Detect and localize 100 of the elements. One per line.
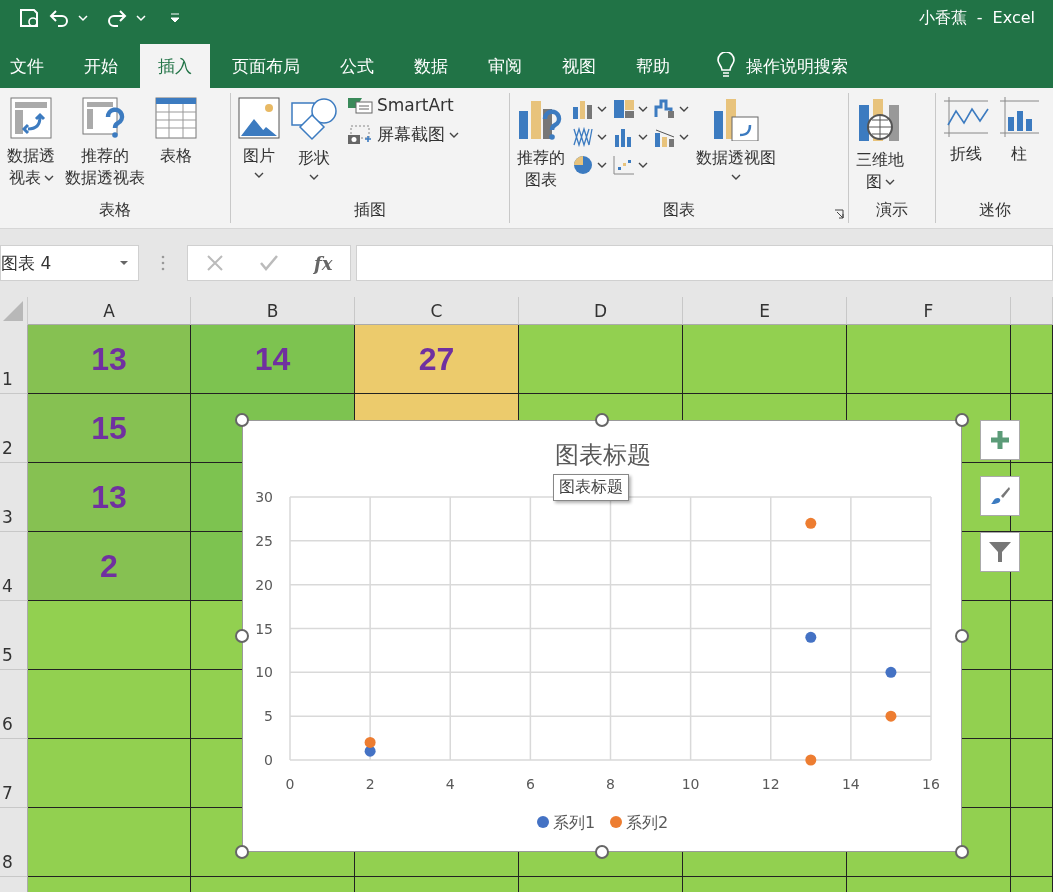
picture-icon	[238, 97, 280, 139]
filter-icon	[988, 540, 1012, 564]
chart-type-button[interactable]	[572, 155, 607, 175]
axis-tick-label: 6	[525, 776, 535, 792]
chart-type-button[interactable]	[572, 99, 607, 119]
caret-icon[interactable]	[449, 130, 459, 139]
chart-elements-button[interactable]	[980, 420, 1020, 460]
caret-icon[interactable]	[254, 171, 264, 179]
axis-tick-label: 8	[606, 776, 615, 792]
ribbon-tab[interactable]: 视图	[544, 44, 614, 88]
group-label: 插图	[354, 200, 386, 221]
caret-icon[interactable]	[638, 161, 648, 169]
ribbon-tab[interactable]: 开始	[66, 44, 136, 88]
formula-input[interactable]	[356, 245, 1053, 281]
ribbon-button[interactable]: 形状	[287, 95, 341, 183]
legend-label[interactable]: 系列1	[553, 813, 596, 832]
table-cell: 13	[28, 463, 191, 532]
dialog-launcher-icon[interactable]	[834, 209, 844, 219]
chart-type-button[interactable]	[654, 99, 689, 119]
ribbon-button[interactable]: 屏幕截图	[347, 123, 459, 146]
caret-icon[interactable]	[597, 161, 607, 169]
ribbon-button[interactable]: 推荐的 数据透视表	[62, 95, 148, 191]
data-point[interactable]	[805, 754, 817, 766]
ribbon-button[interactable]: 表格	[152, 95, 200, 169]
checkmark-icon[interactable]	[258, 254, 279, 272]
caret-icon[interactable]	[679, 105, 689, 113]
name-box[interactable]: 图表 4	[0, 245, 139, 281]
table-cell	[1011, 739, 1053, 808]
axis-tick-label: 10	[255, 664, 273, 681]
table-cell: 2	[28, 532, 191, 601]
ribbon-button[interactable]: 数据透 视表	[4, 95, 58, 191]
ribbon-tab[interactable]: 页面布局	[214, 44, 318, 88]
ribbon-tab[interactable]: 插入	[140, 44, 210, 88]
caret-icon[interactable]	[597, 133, 607, 141]
brush-icon	[989, 486, 1011, 506]
axis-tick-label: 0	[285, 776, 295, 792]
ribbon-button[interactable]: SmartArt	[347, 95, 459, 115]
ribbon-button[interactable]: 数据透视图	[693, 95, 779, 183]
data-point[interactable]	[805, 517, 817, 529]
ribbon-tab[interactable]: 文件	[0, 44, 62, 88]
redo-icon[interactable]	[106, 8, 128, 28]
caret-icon[interactable]	[638, 105, 648, 113]
caret-icon[interactable]	[679, 133, 689, 141]
group-label: 表格	[99, 200, 131, 221]
scatter-chart[interactable]: 图表标题 0 2 4 6 8 10 12 14 16 0 5 10 15 20 25 30 系列1 系列2 图表标题	[242, 420, 962, 852]
axis-tick-label: 20	[255, 576, 273, 593]
chart-styles-button[interactable]	[980, 476, 1020, 516]
ribbon-button[interactable]: 图片	[235, 95, 283, 181]
chart-title[interactable]: 图表标题	[555, 441, 651, 469]
axis-tick-label: 16	[922, 776, 940, 792]
ribbon-button[interactable]: 折线	[940, 95, 992, 167]
ribbon-tab[interactable]: 帮助	[618, 44, 688, 88]
save-icon[interactable]	[18, 7, 40, 29]
ribbon-button[interactable]: 推荐的 图表	[514, 95, 568, 193]
axis-tick-label: 0	[264, 752, 273, 768]
axis-tick-label: 5	[264, 708, 273, 725]
chart-type-button[interactable]	[613, 99, 648, 119]
legend-label[interactable]: 系列2	[626, 813, 669, 832]
group-label: 演示	[876, 200, 908, 221]
window-title: 小香蕉 - Excel	[918, 7, 1035, 29]
search-label[interactable]: 操作说明搜索	[746, 44, 848, 88]
ribbon-button[interactable]: 柱	[996, 95, 1042, 167]
axis-tick-label: 4	[445, 776, 455, 792]
axis-tick-label: 30	[255, 489, 273, 505]
undo-icon[interactable]	[48, 8, 70, 28]
chart-type-button[interactable]	[572, 127, 607, 147]
data-point[interactable]	[805, 631, 817, 643]
line-sparkline-icon	[943, 97, 989, 137]
axis-tick-label: 15	[255, 620, 273, 637]
insert-function-button[interactable]: fx	[313, 252, 333, 274]
data-point[interactable]	[885, 666, 897, 678]
chart-filters-button[interactable]	[980, 532, 1020, 572]
caret-icon[interactable]	[731, 173, 741, 181]
table-cell	[1011, 601, 1053, 670]
table-cell	[1011, 808, 1053, 877]
table-cell: 15	[28, 394, 191, 463]
table-cell: 14	[191, 325, 355, 394]
caret-icon[interactable]	[884, 178, 895, 186]
caret-icon[interactable]	[597, 105, 607, 113]
data-point[interactable]	[364, 736, 376, 748]
table-cell: 27	[355, 325, 519, 394]
ribbon-tab[interactable]: 数据	[396, 44, 466, 88]
axis-tick-label: 12	[761, 776, 780, 792]
caret-icon[interactable]	[638, 133, 648, 141]
ribbon-tab[interactable]: 审阅	[470, 44, 540, 88]
chart-type-button[interactable]	[613, 127, 648, 147]
tooltip: 图表标题	[553, 474, 629, 501]
chart-type-button[interactable]	[613, 155, 648, 175]
caret-icon[interactable]	[43, 174, 54, 182]
pivot-table-icon	[10, 97, 52, 139]
chart-type-button[interactable]	[654, 127, 689, 147]
caret-icon[interactable]	[309, 173, 319, 181]
customize-icon[interactable]	[170, 13, 180, 23]
ribbon-button[interactable]: 三维地 图	[853, 95, 907, 195]
data-point[interactable]	[885, 710, 897, 722]
ribbon-tab[interactable]: 公式	[322, 44, 392, 88]
camera-icon	[347, 124, 373, 145]
table-icon	[155, 97, 197, 139]
drag-handle-icon[interactable]	[161, 255, 165, 271]
lightbulb-icon[interactable]	[716, 52, 736, 78]
